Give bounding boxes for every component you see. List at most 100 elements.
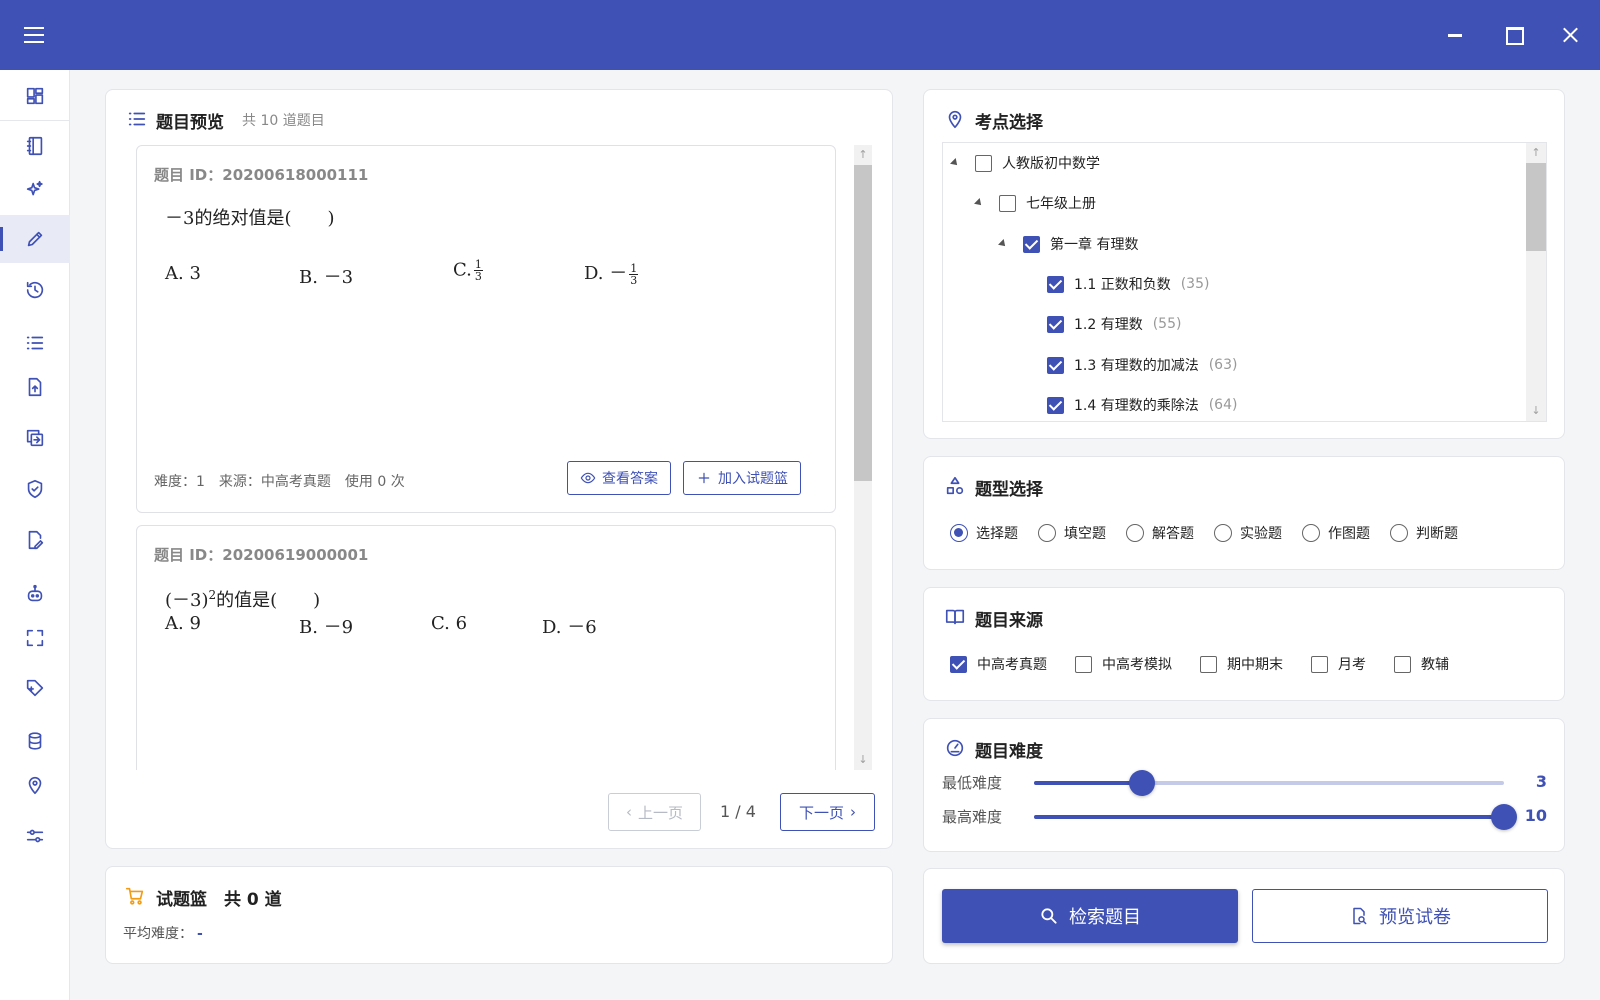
hamburger-icon[interactable] [24,22,50,48]
checkbox[interactable] [1047,396,1064,414]
radio-option[interactable]: 解答题 [1126,523,1194,543]
question-stem: －3的绝对值是( ) [165,208,335,229]
radio-button[interactable] [1390,524,1408,542]
radio-option[interactable]: 选择题 [950,523,1018,543]
tree-node[interactable]: 1.4 有理数的乘除法 (64) [1047,393,1237,417]
scroll-up-arrow-icon[interactable]: ↑ [1526,145,1546,161]
shapes-icon [944,475,966,497]
checkbox[interactable] [1047,315,1064,333]
checkbox[interactable] [999,194,1016,212]
scrollbar-thumb[interactable] [1526,163,1546,251]
fullscreen-icon[interactable] [0,614,70,662]
radio-option[interactable]: 作图题 [1302,523,1370,543]
question-source-panel: 题目来源 中高考真题 中高考模拟 期中期末 月考 教辅 [923,587,1565,701]
checkbox-option[interactable]: 月考 [1311,654,1366,674]
radio-button[interactable] [1302,524,1320,542]
actions-panel: 检索题目 预览试卷 [923,868,1565,964]
file-upload-icon[interactable] [0,363,70,411]
radio-button[interactable] [1214,524,1232,542]
question-type-title: 题型选择 [975,480,1043,500]
location-icon[interactable] [0,761,70,809]
tree-node-count: (63) [1208,357,1238,373]
scrollbar-thumb[interactable] [854,165,872,481]
database-icon[interactable] [0,717,70,765]
list-icon[interactable] [0,319,70,367]
checkbox[interactable] [1394,655,1411,673]
eye-icon [580,472,596,484]
tree-node[interactable]: 1.1 正数和负数 (35) [1047,272,1209,296]
tree-scrollbar[interactable]: ↑ ↓ [1526,143,1546,421]
question-count: 共 10 道题目 [242,113,325,129]
slider-handle[interactable] [1491,804,1517,830]
notebook-icon[interactable] [0,122,70,170]
minimize-icon[interactable] [1443,22,1469,48]
preview-title: 题目预览 [156,113,224,133]
average-difficulty: 平均难度： - [123,926,203,942]
radio-button[interactable] [950,524,968,542]
prev-page-button[interactable]: ‹ 上一页 [608,793,701,831]
question-source-options: 中高考真题 中高考模拟 期中期末 月考 教辅 [950,654,1477,674]
question-preview-panel: 题目预览 共 10 道题目 题目 ID：20200618000111 －3的绝对… [105,89,893,849]
tree-node[interactable]: 人教版初中数学 [950,151,1100,175]
checkbox[interactable] [1023,235,1040,253]
difficulty-panel: 题目难度 最低难度 3 最高难度 10 [923,718,1565,852]
dashboard-icon[interactable] [0,72,70,120]
tag-add-icon[interactable] [0,664,70,712]
expand-triangle-icon[interactable] [974,198,984,208]
tree-node[interactable]: 1.3 有理数的加减法 (63) [1047,353,1237,377]
checkbox-option[interactable]: 期中期末 [1200,654,1283,674]
question-list-scrollbar[interactable]: ↑ ↓ [854,145,872,770]
checkbox[interactable] [975,154,992,172]
shield-check-icon[interactable] [0,465,70,513]
expand-triangle-icon[interactable] [998,239,1008,249]
radio-button[interactable] [1126,524,1144,542]
checkbox-option[interactable]: 教辅 [1394,654,1449,674]
history-icon[interactable] [0,266,70,314]
checkbox[interactable] [1047,356,1064,374]
tree-node-count: (35) [1180,276,1210,292]
checkbox[interactable] [1047,275,1064,293]
option-c: C. 1 3 [453,258,483,283]
radio-button[interactable] [1038,524,1056,542]
next-page-button[interactable]: 下一页 › [780,793,875,831]
checkbox[interactable] [1075,655,1092,673]
radio-option[interactable]: 填空题 [1038,523,1106,543]
question-type-panel: 题型选择 选择题 填空题 解答题 实验题 作图题 判断题 [923,456,1565,570]
min-difficulty-label: 最低难度 [942,774,1003,792]
basket-count: 共 0 道 [224,890,282,910]
slider-handle[interactable] [1129,770,1156,796]
option-c: C. 6 [431,613,468,634]
slider-fill [1034,781,1143,785]
scroll-down-arrow-icon[interactable]: ↓ [1526,403,1546,419]
checkbox-option[interactable]: 中高考模拟 [1075,654,1172,674]
sliders-icon[interactable] [0,812,70,860]
location-icon [944,108,966,130]
checkbox-option[interactable]: 中高考真题 [950,654,1047,674]
question-card: 题目 ID：20200618000111 －3的绝对值是( ) A. 3 B. … [136,145,836,513]
checkbox[interactable] [950,655,967,673]
radio-option[interactable]: 判断题 [1390,523,1458,543]
radio-option[interactable]: 实验题 [1214,523,1282,543]
file-edit-icon[interactable] [0,516,70,564]
expand-triangle-icon[interactable] [950,158,960,168]
tree-node[interactable]: 第一章 有理数 [998,232,1138,256]
add-to-basket-button[interactable]: 加入试题篮 [683,461,801,495]
robot-icon[interactable] [0,570,70,618]
maximize-icon[interactable] [1501,22,1527,48]
sparkle-icon[interactable] [0,166,70,214]
tree-node[interactable]: 七年级上册 [974,191,1096,215]
pencil-icon[interactable] [0,215,70,263]
checkbox[interactable] [1311,655,1328,673]
scroll-up-arrow-icon[interactable]: ↑ [854,147,872,163]
preview-paper-button[interactable]: 预览试卷 [1252,889,1548,943]
checkbox[interactable] [1200,655,1217,673]
max-difficulty-slider[interactable] [1034,804,1517,830]
question-stem: (－3)2的值是( ) [165,588,321,611]
view-answer-button[interactable]: 查看答案 [567,461,671,495]
scroll-down-arrow-icon[interactable]: ↓ [854,752,872,768]
swap-icon[interactable] [0,414,70,462]
tree-node[interactable]: 1.2 有理数 (55) [1047,312,1181,336]
search-questions-button[interactable]: 检索题目 [942,889,1238,943]
close-icon[interactable] [1558,22,1584,48]
min-difficulty-slider[interactable] [1034,770,1504,796]
